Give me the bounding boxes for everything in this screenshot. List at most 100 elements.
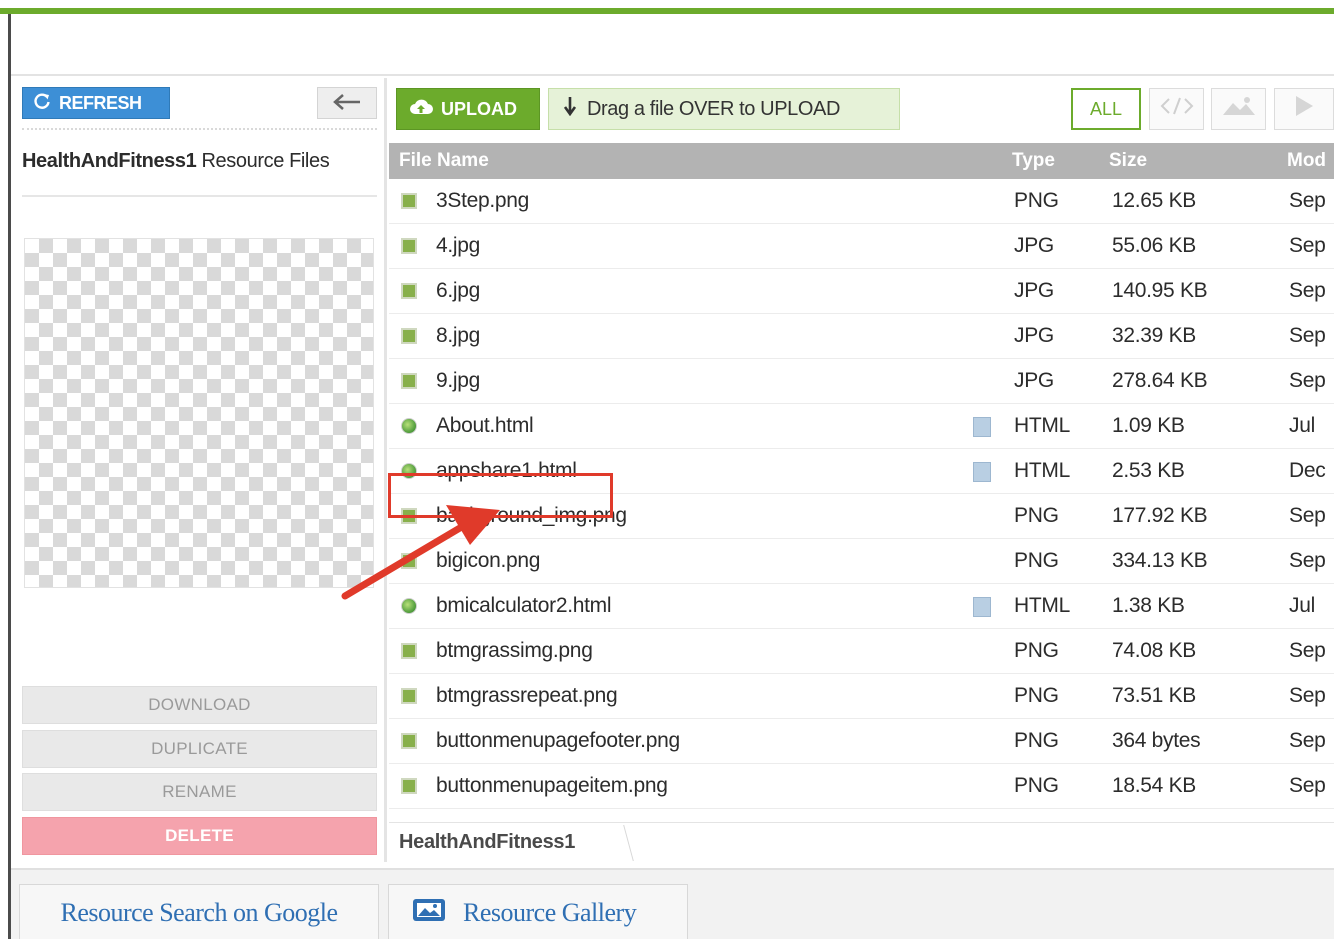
gallery-label: Resource Gallery (463, 897, 637, 927)
breadcrumb-separator (612, 825, 634, 861)
table-row[interactable]: 4.jpg JPG 55.06 KB Sep (389, 224, 1334, 269)
file-table-header: File Name Type Size Mod (389, 143, 1334, 179)
breadcrumb-current-folder[interactable]: HealthAndFitness1 (399, 831, 575, 854)
table-row[interactable]: 3Step.png PNG 12.65 KB Sep (389, 179, 1334, 224)
file-type: PNG (1014, 504, 1059, 527)
file-modified: Sep (1289, 504, 1326, 527)
back-arrow-button[interactable] (317, 87, 377, 119)
file-modified: Jul (1289, 594, 1315, 617)
cloud-upload-icon (409, 98, 433, 121)
file-name: buttonmenupagefooter.png (436, 729, 680, 752)
refresh-button[interactable]: REFRESH (22, 87, 170, 119)
edit-document-icon[interactable] (973, 462, 991, 482)
file-type: JPG (1014, 234, 1054, 257)
table-row[interactable]: 8.jpg JPG 32.39 KB Sep (389, 314, 1334, 359)
file-size: 73.51 KB (1112, 684, 1196, 707)
table-row[interactable]: About.html HTML 1.09 KB Jul (389, 404, 1334, 449)
rename-button[interactable]: RENAME (22, 773, 377, 811)
file-type: JPG (1014, 279, 1054, 302)
file-name: buttonmenupageitem.png (436, 774, 668, 797)
file-modified: Sep (1289, 234, 1326, 257)
resource-sidebar: REFRESH HealthAndFitness1 Resource Files… (11, 78, 385, 868)
top-accent-bar (0, 0, 1334, 14)
arrow-left-icon (332, 87, 362, 119)
file-type: PNG (1014, 774, 1059, 797)
file-modified: Sep (1289, 639, 1326, 662)
file-name: About.html (436, 414, 534, 437)
file-name: 9.jpg (436, 369, 481, 392)
file-modified: Sep (1289, 684, 1326, 707)
table-row[interactable]: btmgrassimg.png PNG 74.08 KB Sep (389, 629, 1334, 674)
file-name: bigicon.png (436, 549, 541, 572)
filter-code-button[interactable] (1149, 88, 1204, 130)
download-button[interactable]: DOWNLOAD (22, 686, 377, 724)
duplicate-button[interactable]: DUPLICATE (22, 730, 377, 768)
table-row[interactable]: buttonmenupageitem.png PNG 18.54 KB Sep (389, 764, 1334, 809)
refresh-icon (33, 92, 51, 115)
panel-divider[interactable] (384, 78, 387, 862)
upload-button[interactable]: UPLOAD (396, 88, 540, 130)
file-modified: Sep (1289, 729, 1326, 752)
image-file-icon (401, 238, 417, 254)
file-modified: Sep (1289, 189, 1326, 212)
image-file-icon (401, 553, 417, 569)
filter-all-button[interactable]: ALL (1071, 88, 1141, 130)
site-name: HealthAndFitness1 (22, 150, 197, 172)
file-type: PNG (1014, 729, 1059, 752)
column-header-type[interactable]: Type (1012, 150, 1055, 172)
file-size: 32.39 KB (1112, 324, 1196, 347)
file-modified: Sep (1289, 369, 1326, 392)
file-name: bmicalculator2.html (436, 594, 612, 617)
file-size: 55.06 KB (1112, 234, 1196, 257)
file-size: 1.38 KB (1112, 594, 1185, 617)
refresh-label: REFRESH (59, 92, 142, 113)
image-file-icon (401, 778, 417, 794)
code-icon (1160, 96, 1194, 122)
annotation-highlight-box (388, 473, 613, 518)
image-file-icon (401, 283, 417, 299)
globe-icon (401, 598, 417, 614)
table-row[interactable]: buttonmenupagefooter.png PNG 364 bytes S… (389, 719, 1334, 764)
resource-files-title: HealthAndFitness1 Resource Files (22, 150, 330, 173)
file-size: 278.64 KB (1112, 369, 1208, 392)
column-header-name[interactable]: File Name (399, 150, 489, 172)
filter-image-button[interactable] (1211, 88, 1266, 130)
delete-button[interactable]: DELETE (22, 817, 377, 855)
file-type: JPG (1014, 324, 1054, 347)
breadcrumb: HealthAndFitness1 (389, 822, 1334, 862)
file-name: btmgrassimg.png (436, 639, 593, 662)
column-header-modified[interactable]: Mod (1287, 150, 1326, 172)
play-icon (1293, 94, 1315, 124)
image-file-icon (401, 193, 417, 209)
table-row[interactable]: 6.jpg JPG 140.95 KB Sep (389, 269, 1334, 314)
divider (22, 128, 377, 130)
file-modified: Sep (1289, 774, 1326, 797)
file-preview-area (24, 238, 374, 588)
table-row[interactable]: bigicon.png PNG 334.13 KB Sep (389, 539, 1334, 584)
file-size: 12.65 KB (1112, 189, 1196, 212)
file-type: PNG (1014, 549, 1059, 572)
table-row[interactable]: 9.jpg JPG 278.64 KB Sep (389, 359, 1334, 404)
file-type: JPG (1014, 369, 1054, 392)
file-modified: Sep (1289, 549, 1326, 572)
file-size: 74.08 KB (1112, 639, 1196, 662)
filter-video-button[interactable] (1274, 88, 1334, 130)
column-header-size[interactable]: Size (1109, 150, 1147, 172)
tab-resource-search-google[interactable]: Resource Search on Google (19, 884, 379, 939)
image-file-icon (401, 643, 417, 659)
file-modified: Jul (1289, 414, 1315, 437)
file-type: HTML (1014, 459, 1070, 482)
file-type: PNG (1014, 639, 1059, 662)
upload-label: UPLOAD (441, 98, 517, 119)
file-type: PNG (1014, 684, 1059, 707)
file-size: 364 bytes (1112, 729, 1201, 752)
globe-icon (401, 418, 417, 434)
image-file-icon (401, 688, 417, 704)
file-modified: Dec (1289, 459, 1326, 482)
tab-resource-gallery[interactable]: Resource Gallery (388, 884, 688, 939)
table-row[interactable]: btmgrassrepeat.png PNG 73.51 KB Sep (389, 674, 1334, 719)
edit-document-icon[interactable] (973, 597, 991, 617)
table-row[interactable]: bmicalculator2.html HTML 1.38 KB Jul (389, 584, 1334, 629)
drag-drop-upload-zone[interactable]: Drag a file OVER to UPLOAD (548, 88, 900, 130)
edit-document-icon[interactable] (973, 417, 991, 437)
